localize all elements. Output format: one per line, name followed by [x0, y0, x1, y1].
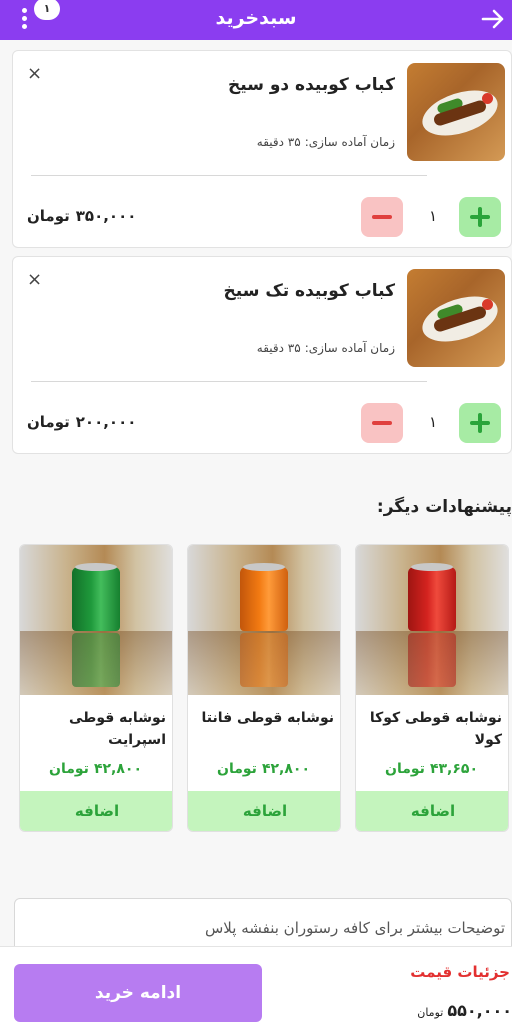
add-to-cart-button[interactable]: اضافه	[188, 791, 340, 831]
item-price: ۲۰۰,۰۰۰ تومان	[27, 413, 136, 431]
notes-placeholder: توضیحات بیشتر برای کافه رستوران بنفشه پل…	[205, 919, 505, 937]
product-name: نوشابه قوطی کوکا کولا	[369, 710, 502, 748]
prep-time-value: ۳۵ دقیقه	[256, 135, 301, 149]
price-value: ۴۲,۸۰۰	[93, 761, 142, 777]
product-name: نوشابه قوطی فانتا	[201, 710, 334, 726]
product-price: ۴۳,۶۵۰تومان	[385, 761, 478, 777]
prep-time: زمان آماده سازی:۳۵ دقیقه	[257, 135, 395, 149]
total-price: ۵۵۰,۰۰۰تومان	[417, 1001, 512, 1020]
continue-button[interactable]: ادامه خرید	[14, 964, 262, 1022]
add-to-cart-button[interactable]: اضافه	[356, 791, 508, 831]
add-to-cart-button[interactable]: اضافه	[20, 791, 172, 831]
increase-quantity-button[interactable]	[459, 403, 501, 443]
prep-time-label: زمان آماده سازی:	[304, 135, 395, 149]
decrease-quantity-button[interactable]	[361, 197, 403, 237]
cart-item: کباب کوبیده تک سیخ زمان آماده سازی:۳۵ دق…	[12, 256, 512, 454]
product-price: ۴۲,۸۰۰تومان	[49, 761, 142, 777]
currency-label: تومان	[27, 413, 70, 431]
item-name: کباب کوبیده تک سیخ	[223, 281, 395, 301]
item-name: کباب کوبیده دو سیخ	[228, 75, 395, 95]
price-details-link[interactable]: جزئیات قیمت	[410, 963, 510, 981]
prep-time-label: زمان آماده سازی:	[304, 341, 395, 355]
price-value: ۴۳,۶۵۰	[429, 761, 478, 777]
suggestion-card[interactable]: نوشابه قوطی فانتا ۴۲,۸۰۰تومان اضافه	[187, 544, 341, 832]
prep-time-value: ۳۵ دقیقه	[256, 341, 301, 355]
currency-label: تومان	[217, 761, 257, 777]
product-name: نوشابه قوطی اسپرایت	[69, 710, 166, 748]
price-value: ۳۵۰,۰۰۰	[75, 207, 137, 225]
decrease-quantity-button[interactable]	[361, 403, 403, 443]
product-image	[407, 63, 505, 161]
remove-item-button[interactable]: ×	[27, 63, 42, 84]
product-price: ۴۲,۸۰۰تومان	[217, 761, 310, 777]
quantity-value: ۱	[428, 207, 437, 225]
arrow-right-icon[interactable]	[480, 6, 506, 32]
currency-label: تومان	[49, 761, 89, 777]
currency-label: تومان	[417, 1006, 444, 1019]
currency-label: تومان	[385, 761, 425, 777]
item-price: ۳۵۰,۰۰۰ تومان	[27, 207, 136, 225]
suggestion-card[interactable]: نوشابه قوطی کوکا کولا ۴۳,۶۵۰تومان اضافه	[355, 544, 509, 832]
divider	[31, 381, 427, 382]
price-value: ۲۰۰,۰۰۰	[75, 413, 137, 431]
currency-label: تومان	[27, 207, 70, 225]
cart-item: کباب کوبیده دو سیخ زمان آماده سازی:۳۵ دق…	[12, 50, 512, 248]
divider	[31, 175, 427, 176]
total-value: ۵۵۰,۰۰۰	[447, 1001, 512, 1020]
product-image	[20, 545, 172, 695]
remove-item-button[interactable]: ×	[27, 269, 42, 290]
increase-quantity-button[interactable]	[459, 197, 501, 237]
price-value: ۴۲,۸۰۰	[261, 761, 310, 777]
quantity-value: ۱	[428, 413, 437, 431]
product-image	[407, 269, 505, 367]
suggestion-card[interactable]: نوشابه قوطی اسپرایت ۴۲,۸۰۰تومان اضافه	[19, 544, 173, 832]
page-title: سبدخرید	[215, 7, 297, 29]
prep-time: زمان آماده سازی:۳۵ دقیقه	[257, 341, 395, 355]
product-image	[188, 545, 340, 695]
checkout-bar: ادامه خرید جزئیات قیمت ۵۵۰,۰۰۰تومان	[0, 946, 512, 1024]
suggestions-title: پیشنهادات دیگر:	[376, 497, 512, 517]
product-image	[356, 545, 508, 695]
app-header: ۱ سبدخرید	[0, 0, 512, 40]
